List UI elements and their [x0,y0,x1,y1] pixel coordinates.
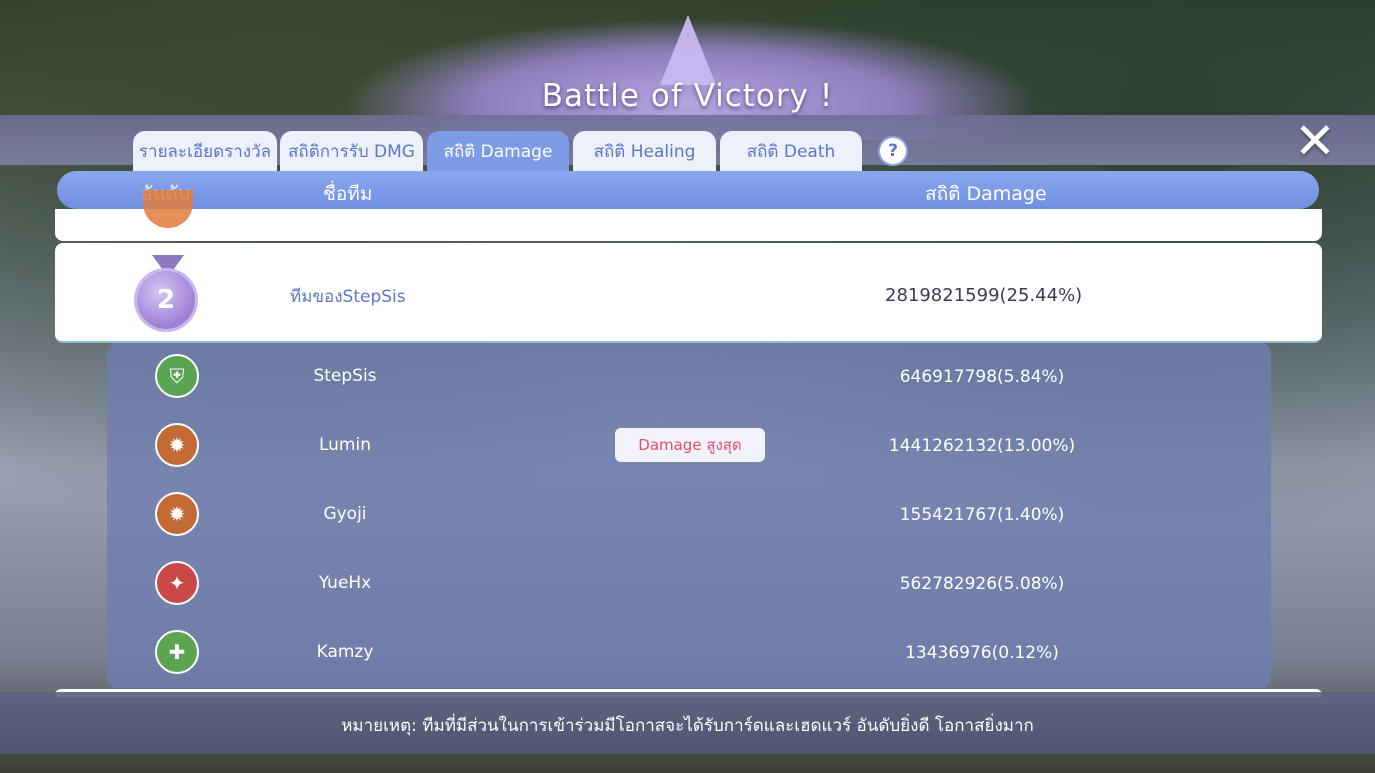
member-name: YueHx [318,573,372,593]
header-stat: สถิติ Damage [925,183,1047,205]
tab-damage-taken[interactable]: สถิติการรับ DMG [280,131,423,171]
tab-death[interactable]: สถิติ Death [720,131,862,171]
top-damage-badge: Damage สูงสุด [615,428,765,462]
member-name: Lumin [318,435,371,455]
previous-team-row[interactable] [55,209,1322,241]
member-row: ✦ YueHx 562782926(5.08%) [107,550,1271,619]
help-icon[interactable]: ? [880,138,906,164]
flame-class-icon: ✹ [155,492,199,536]
member-damage: 646917798(5.84%) [899,367,1065,387]
team-damage-value: 2819821599(25.44%) [885,285,1083,306]
member-row: ✚ Kamzy 13436976(0.12%) [107,619,1271,688]
member-list: ⛨ StepSis 646917798(5.84%) ✹ Lumin Damag… [107,343,1271,688]
note-bar: หมายเหตุ: ทีมที่มีส่วนในการเข้าร่วมมีโอก… [0,692,1375,754]
tab-healing[interactable]: สถิติ Healing [573,131,716,171]
table-header: อันดับ ชื่อทีม สถิติ Damage [57,171,1319,209]
member-row: ⛨ StepSis 646917798(5.84%) [107,343,1271,412]
crown-spike-decoration [660,15,716,85]
team-row[interactable]: 2 ทีมของStepSis 2819821599(25.44%) [55,243,1322,343]
blade-class-icon: ✦ [155,561,199,605]
page-title: Battle of Victory ! [541,78,834,114]
note-text: หมายเหตุ: ทีมที่มีส่วนในการเข้าร่วมมีโอก… [341,716,1034,736]
member-row: ✹ Gyoji 155421767(1.40%) [107,481,1271,550]
member-row: ✹ Lumin Damage สูงสุด 1441262132(13.00%) [107,412,1271,481]
tab-damage[interactable]: สถิติ Damage [427,131,569,171]
close-icon[interactable]: ✕ [1292,116,1338,166]
member-name: StepSis [313,366,377,386]
member-name: Gyoji [323,504,367,524]
member-damage: 562782926(5.08%) [899,574,1065,594]
cross-class-icon: ✚ [155,630,199,674]
shield-class-icon: ⛨ [155,354,199,398]
silver-medal-icon: 2 [137,271,195,329]
member-damage: 13436976(0.12%) [905,643,1059,663]
member-damage: 155421767(1.40%) [899,505,1065,525]
header-team: ชื่อทีม [323,183,373,205]
team-name: ทีมของStepSis [290,287,406,307]
flame-class-icon: ✹ [155,423,199,467]
tab-reward-details[interactable]: รายละเอียดรางวัล [133,131,277,171]
member-damage: 1441262132(13.00%) [888,436,1076,456]
member-name: Kamzy [316,642,374,662]
